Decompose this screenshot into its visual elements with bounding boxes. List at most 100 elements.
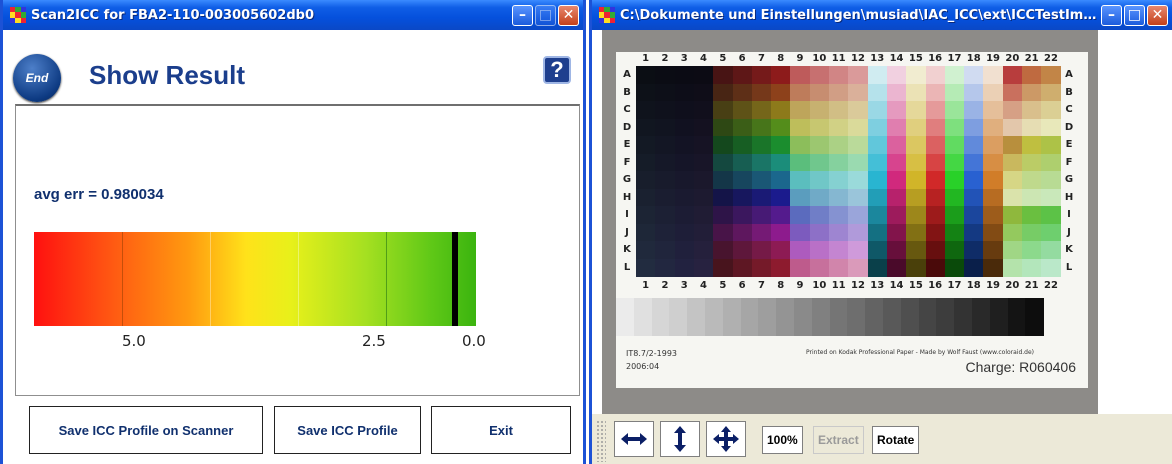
gray-patch — [705, 298, 724, 336]
gray-patch — [740, 298, 759, 336]
column-label: 19 — [986, 53, 1000, 64]
gray-patch — [989, 298, 1009, 336]
color-patch — [944, 118, 965, 137]
color-patch — [751, 258, 772, 277]
color-patch — [809, 223, 830, 242]
color-patch — [964, 66, 984, 85]
close-icon: ✕ — [562, 7, 575, 23]
color-patch — [848, 223, 869, 242]
color-patch — [944, 206, 965, 225]
fit-height-button[interactable] — [660, 421, 700, 457]
color-patch — [983, 136, 1004, 155]
color-patch — [771, 188, 791, 207]
minimize-button[interactable]: – — [1101, 4, 1122, 26]
color-patch — [848, 153, 869, 172]
color-patch — [848, 206, 869, 225]
column-label: 7 — [757, 280, 765, 291]
help-button[interactable]: ? — [543, 56, 571, 84]
color-patch — [1022, 223, 1042, 242]
title-bar[interactable]: C:\Dokumente und Einstellungen\musiad\IA… — [592, 0, 1172, 30]
horizontal-arrows-icon — [621, 433, 647, 445]
color-patch — [1041, 153, 1062, 172]
color-patch — [790, 188, 811, 207]
error-marker — [452, 232, 458, 326]
gray-patch — [954, 298, 973, 336]
save-profile-on-scanner-button[interactable]: Save ICC Profile on Scanner — [29, 406, 263, 454]
color-patch — [713, 66, 734, 85]
color-patch — [944, 101, 965, 120]
column-label: 4 — [700, 53, 708, 64]
color-patch — [886, 153, 907, 172]
minimize-button[interactable]: – — [512, 4, 533, 26]
minimize-icon: – — [1108, 7, 1115, 23]
color-patch — [655, 171, 676, 190]
row-label: F — [1065, 156, 1073, 168]
color-patch — [829, 188, 849, 207]
toolbar-grip[interactable] — [596, 420, 606, 462]
color-patch — [925, 171, 946, 190]
column-label: 21 — [1024, 280, 1039, 291]
color-patch — [1041, 101, 1062, 120]
color-patch — [636, 223, 656, 242]
column-label: 5 — [719, 280, 727, 291]
zoom-100-button[interactable]: 100% — [762, 426, 803, 454]
color-patch — [886, 118, 907, 137]
color-patch — [655, 258, 676, 277]
color-patch — [809, 241, 830, 260]
color-patch — [867, 101, 888, 120]
color-patch — [693, 206, 714, 225]
color-patch — [848, 241, 869, 260]
rotate-button[interactable]: Rotate — [872, 426, 920, 454]
color-patch — [925, 136, 946, 155]
color-patch — [636, 171, 656, 190]
color-patch — [636, 136, 656, 155]
color-patch — [886, 258, 907, 277]
column-label: 18 — [966, 280, 981, 291]
maximize-button[interactable]: □ — [1124, 4, 1145, 26]
color-patch — [944, 188, 965, 207]
color-patch — [983, 101, 1004, 120]
close-button[interactable]: ✕ — [1147, 4, 1168, 26]
exit-button[interactable]: Exit — [431, 406, 571, 454]
color-patch — [751, 136, 772, 155]
color-patch — [1002, 118, 1023, 137]
fit-all-button[interactable] — [706, 421, 746, 457]
it8-target-image: 1 2 3 4 5 6 7 8 9 10 11 12 13 14 15 16 17 18 19 20 21 22 1234… — [602, 30, 1098, 414]
color-patch — [751, 83, 772, 102]
color-patch — [790, 153, 811, 172]
color-patch — [829, 206, 849, 225]
avg-error-text: avg err = 0.980034 — [34, 186, 164, 203]
fit-width-button[interactable] — [614, 421, 654, 457]
color-patch — [829, 83, 849, 102]
color-patch — [1022, 101, 1042, 120]
color-patch — [1022, 136, 1042, 155]
color-patch — [829, 66, 849, 85]
color-patch — [751, 153, 772, 172]
color-patch — [732, 118, 753, 137]
close-button[interactable]: ✕ — [558, 4, 579, 26]
color-patch — [751, 188, 772, 207]
color-patch — [713, 136, 734, 155]
gray-patch — [1007, 298, 1026, 336]
column-label: 13 — [870, 280, 885, 291]
color-patch — [886, 66, 907, 85]
color-patch — [964, 241, 984, 260]
end-button[interactable]: End — [13, 54, 61, 102]
color-patch — [693, 258, 714, 277]
app-icon — [599, 7, 615, 23]
row-label: K — [1065, 244, 1073, 255]
color-patch — [809, 66, 830, 85]
save-profile-button[interactable]: Save ICC Profile — [274, 406, 421, 454]
color-patch — [713, 258, 734, 277]
color-patch — [809, 153, 830, 172]
color-patch — [790, 136, 811, 155]
column-label: 16 — [928, 280, 943, 291]
help-icon: ? — [550, 57, 564, 82]
gray-patch — [811, 298, 831, 336]
title-bar[interactable]: Scan2ICC for FBA2-110-003005602db0 – □ ✕ — [3, 0, 583, 30]
color-patch — [964, 171, 984, 190]
color-patch — [983, 118, 1004, 137]
column-label: 19 — [986, 280, 1000, 291]
gray-patch — [616, 298, 635, 336]
app-icon — [10, 7, 26, 23]
